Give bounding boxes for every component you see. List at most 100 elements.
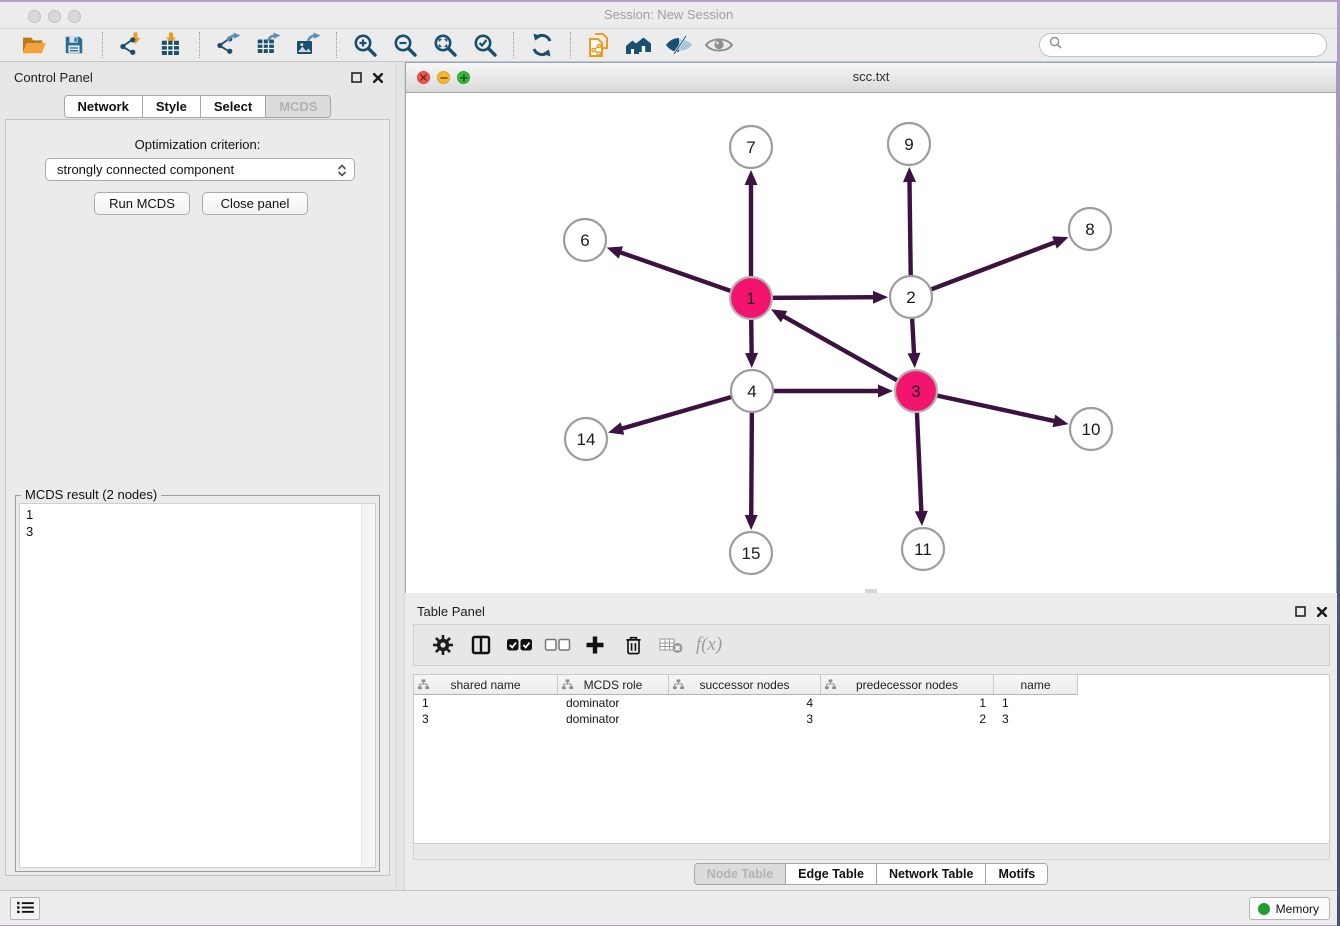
run-mcds-button[interactable]: Run MCDS xyxy=(94,192,190,215)
graph-node-9[interactable]: 9 xyxy=(888,123,930,165)
cell-predecessor-nodes[interactable]: 1 xyxy=(821,696,994,710)
edge-1-to-6[interactable] xyxy=(607,246,732,291)
edge-1-to-2[interactable] xyxy=(771,291,888,304)
graph-node-1[interactable]: 1 xyxy=(730,277,772,319)
edge-3-to-11[interactable] xyxy=(915,411,928,526)
network-canvas[interactable]: 7 9 6 8 1 2 4 3 14 10 15 11 xyxy=(406,93,1336,593)
show-all-button[interactable] xyxy=(702,31,736,59)
graph-node-8[interactable]: 8 xyxy=(1069,208,1111,250)
import-table-button[interactable] xyxy=(154,31,188,59)
column-header-predecessor-nodes[interactable]: predecessor nodes xyxy=(821,675,994,695)
export-network-button[interactable] xyxy=(211,31,245,59)
result-scrollbar[interactable] xyxy=(361,504,375,867)
zoom-network-icon[interactable] xyxy=(457,71,470,84)
edge-4-to-14[interactable] xyxy=(608,397,733,435)
zoom-out-button[interactable] xyxy=(388,31,422,59)
edge-4-to-3[interactable] xyxy=(772,385,893,398)
close-table-panel-icon[interactable] xyxy=(1313,603,1330,620)
task-history-button[interactable] xyxy=(10,897,40,920)
edge-1-to-4[interactable] xyxy=(745,318,758,368)
edge-3-to-10[interactable] xyxy=(936,395,1069,427)
add-row-button[interactable] xyxy=(576,628,614,662)
deselect-all-button[interactable] xyxy=(538,628,576,662)
delete-row-button[interactable] xyxy=(614,628,652,662)
table-tab-motifs[interactable]: Motifs xyxy=(985,864,1047,884)
export-image-button[interactable] xyxy=(291,31,325,59)
table-tab-edge-table[interactable]: Edge Table xyxy=(785,864,876,884)
close-panel-icon[interactable] xyxy=(369,69,386,86)
settings-button[interactable] xyxy=(424,628,462,662)
edge-2-to-3[interactable] xyxy=(907,317,920,368)
zoom-in-button[interactable] xyxy=(348,31,382,59)
control-tab-style[interactable]: Style xyxy=(142,96,200,117)
resize-handle[interactable] xyxy=(865,589,877,593)
criterion-dropdown[interactable]: strongly connected component xyxy=(45,158,355,181)
graph-node-10[interactable]: 10 xyxy=(1070,408,1112,450)
column-header-successor-nodes[interactable]: successor nodes xyxy=(669,675,821,695)
save-session-button[interactable] xyxy=(57,31,91,59)
mcds-result-group: MCDS result (2 nodes) 13 xyxy=(15,495,380,872)
home-view-button[interactable] xyxy=(622,31,656,59)
svg-text:10: 10 xyxy=(1082,420,1101,439)
control-tab-select[interactable]: Select xyxy=(200,96,265,117)
table-toolbar: f(x) xyxy=(413,624,1330,666)
svg-text:15: 15 xyxy=(742,544,761,563)
network-view-window: scc.txt 7968124314101511 xyxy=(405,62,1337,593)
maximize-window-icon[interactable] xyxy=(68,10,81,23)
search-box[interactable] xyxy=(1039,33,1327,57)
minimize-window-icon[interactable] xyxy=(48,10,61,23)
float-panel-icon[interactable] xyxy=(348,69,365,86)
cell-shared-name[interactable]: 1 xyxy=(414,696,558,710)
zoom-selected-button[interactable] xyxy=(468,31,502,59)
cell-mcds-role[interactable]: dominator xyxy=(558,696,669,710)
column-header-shared-name[interactable]: shared name xyxy=(414,675,558,695)
column-header-name[interactable]: name xyxy=(994,675,1078,695)
graph-node-2[interactable]: 2 xyxy=(890,276,932,318)
graph-node-7[interactable]: 7 xyxy=(730,126,772,168)
cell-name[interactable]: 3 xyxy=(994,712,1078,726)
edge-1-to-7[interactable] xyxy=(745,170,758,278)
close-window-icon[interactable] xyxy=(28,10,41,23)
float-table-panel-icon[interactable] xyxy=(1292,603,1309,620)
mcds-result-list[interactable]: 13 xyxy=(19,503,376,868)
open-file-button[interactable] xyxy=(17,31,51,59)
import-network-button[interactable] xyxy=(114,31,148,59)
cell-successor-nodes[interactable]: 4 xyxy=(669,696,821,710)
cell-shared-name[interactable]: 3 xyxy=(414,712,558,726)
memory-button[interactable]: Memory xyxy=(1249,897,1330,920)
cell-mcds-role[interactable]: dominator xyxy=(558,712,669,726)
graph-node-11[interactable]: 11 xyxy=(902,528,944,570)
cell-predecessor-nodes[interactable]: 2 xyxy=(821,712,994,726)
table-tab-network-table[interactable]: Network Table xyxy=(876,864,986,884)
graph-node-3[interactable]: 3 xyxy=(895,370,937,412)
minimize-network-icon[interactable] xyxy=(437,71,450,84)
cell-successor-nodes[interactable]: 3 xyxy=(669,712,821,726)
edge-4-to-15[interactable] xyxy=(745,411,758,530)
export-table-button[interactable] xyxy=(251,31,285,59)
edge-2-to-9[interactable] xyxy=(903,167,916,277)
graph-node-6[interactable]: 6 xyxy=(564,219,606,261)
refresh-layout-button[interactable] xyxy=(525,31,559,59)
search-input[interactable] xyxy=(1068,37,1317,54)
edge-3-to-1[interactable] xyxy=(771,309,899,381)
graph-node-14[interactable]: 14 xyxy=(565,418,607,460)
panel-splitter[interactable] xyxy=(395,62,405,890)
show-columns-button[interactable] xyxy=(462,628,500,662)
table-row-2[interactable]: 3dominator323 xyxy=(414,711,1329,727)
table-row-1[interactable]: 1dominator411 xyxy=(414,695,1329,711)
control-tab-mcds[interactable]: MCDS xyxy=(265,96,330,117)
close-panel-button[interactable]: Close panel xyxy=(202,192,308,215)
close-network-icon[interactable] xyxy=(417,71,430,84)
graph-node-15[interactable]: 15 xyxy=(730,532,772,574)
table-tab-node-table[interactable]: Node Table xyxy=(695,864,785,884)
zoom-fit-button[interactable] xyxy=(428,31,462,59)
column-header-mcds-role[interactable]: MCDS role xyxy=(558,675,669,695)
control-tab-network[interactable]: Network xyxy=(65,96,142,117)
edge-2-to-8[interactable] xyxy=(930,236,1069,289)
new-network-from-selection-button[interactable] xyxy=(582,31,616,59)
table-horizontal-scrollbar[interactable] xyxy=(413,845,1330,860)
graph-node-4[interactable]: 4 xyxy=(731,370,773,412)
hide-selected-button[interactable] xyxy=(662,31,696,59)
cell-name[interactable]: 1 xyxy=(994,696,1078,710)
select-all-button[interactable] xyxy=(500,628,538,662)
